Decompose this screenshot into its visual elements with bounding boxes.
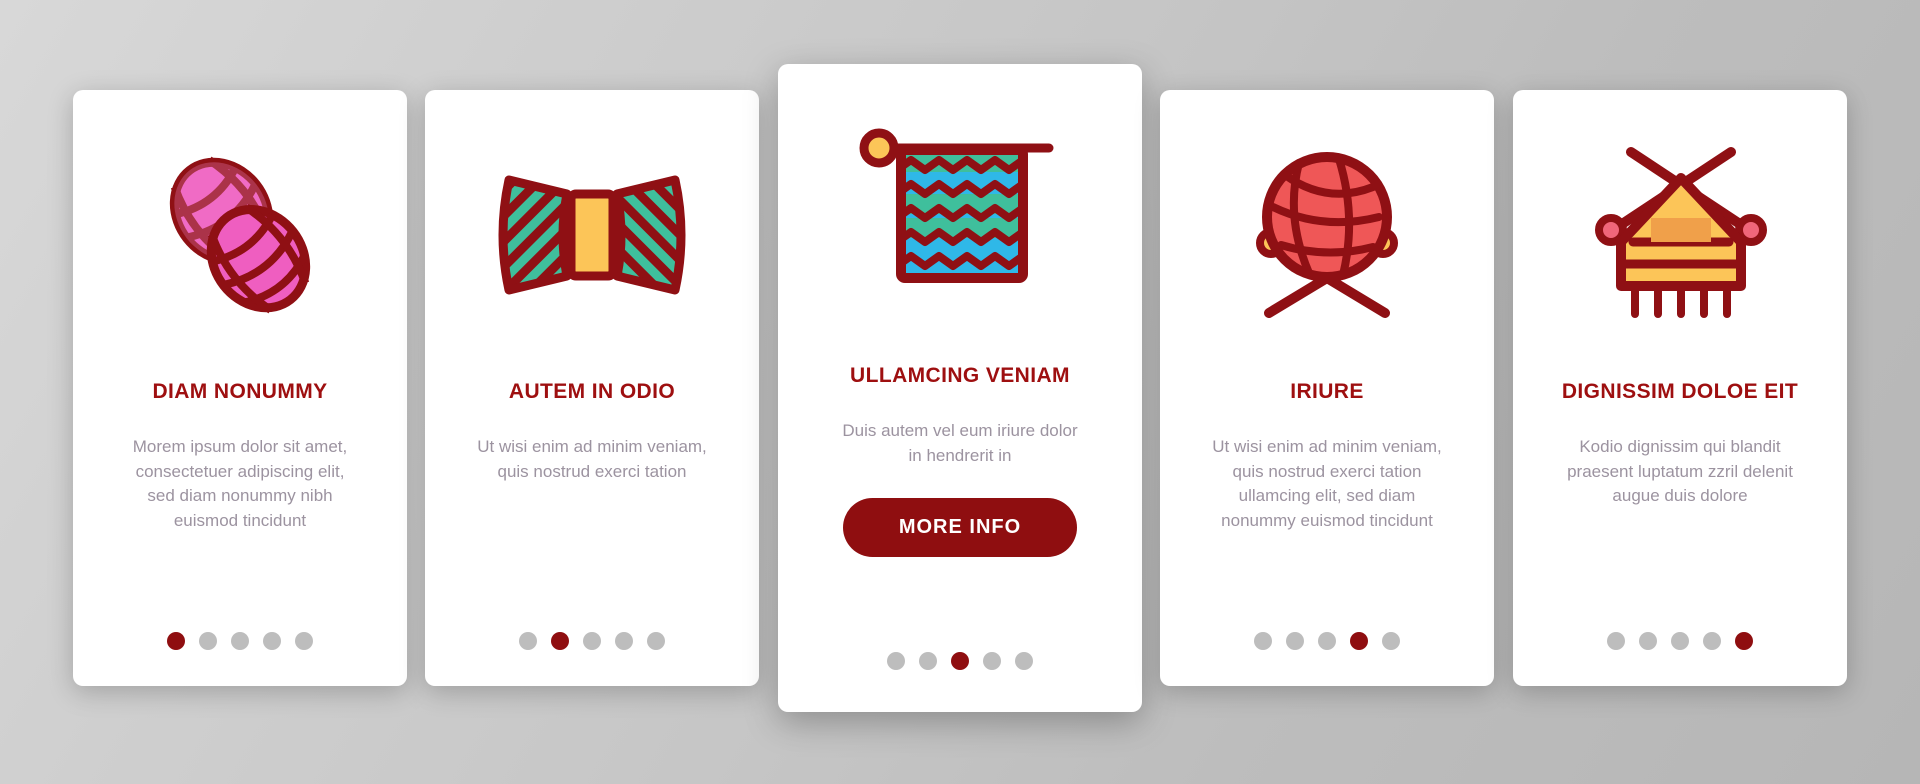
pagination-dot-1[interactable] [887,652,905,670]
pagination-dot-3[interactable] [583,632,601,650]
yarn-skeins-icon [73,90,407,380]
pagination-dots[interactable] [425,632,759,650]
pagination-dot-2[interactable] [919,652,937,670]
pagination-dots[interactable] [73,632,407,650]
pagination-dots[interactable] [1160,632,1494,650]
pagination-dot-5[interactable] [647,632,665,650]
pagination-dot-2[interactable] [1286,632,1304,650]
pagination-dot-4[interactable] [1703,632,1721,650]
card-body: Duis autem vel eum iriure dolor in hendr… [810,419,1110,468]
card-body: Ut wisi enim ad minim veniam, quis nostr… [442,435,742,484]
card-body: Ut wisi enim ad minim veniam, quis nostr… [1177,435,1477,534]
pagination-dot-4[interactable] [615,632,633,650]
yarn-spool-icon [425,90,759,380]
onboarding-card-3[interactable]: ULLAMCING VENIAM Duis autem vel eum iriu… [778,64,1142,712]
card-title: ULLAMCING VENIAM [836,364,1084,387]
more-info-button[interactable]: MORE INFO [843,498,1077,557]
pagination-dot-1[interactable] [1254,632,1272,650]
pagination-dot-5[interactable] [1735,632,1753,650]
yarn-ball-with-needles-icon [1160,90,1494,380]
card-body: Kodio dignissim qui blandit praesent lup… [1530,435,1830,509]
card-title: DIGNISSIM DOLOE EIT [1548,380,1812,403]
knitted-scarf-on-needle-icon [778,64,1142,364]
pagination-dot-3[interactable] [1671,632,1689,650]
card-title: IRIURE [1276,380,1378,403]
pagination-dot-3[interactable] [1318,632,1336,650]
card-body: Morem ipsum dolor sit amet, consectetuer… [90,435,390,534]
onboarding-card-5[interactable]: DIGNISSIM DOLOE EIT Kodio dignissim qui … [1513,90,1847,686]
pagination-dot-4[interactable] [1350,632,1368,650]
pagination-dots[interactable] [1513,632,1847,650]
card-title: AUTEM IN ODIO [495,380,689,403]
pagination-dot-2[interactable] [199,632,217,650]
onboarding-screens-stage: DIAM NONUMMY Morem ipsum dolor sit amet,… [0,0,1920,784]
pagination-dot-4[interactable] [263,632,281,650]
pagination-dot-3[interactable] [231,632,249,650]
pagination-dot-1[interactable] [167,632,185,650]
pagination-dots[interactable] [778,652,1142,670]
pagination-dot-5[interactable] [295,632,313,650]
pagination-dot-5[interactable] [1015,652,1033,670]
pagination-dot-2[interactable] [1639,632,1657,650]
pagination-dot-5[interactable] [1382,632,1400,650]
card-title: DIAM NONUMMY [138,380,341,403]
pagination-dot-2[interactable] [551,632,569,650]
pagination-dot-4[interactable] [983,652,1001,670]
onboarding-card-4[interactable]: IRIURE Ut wisi enim ad minim veniam, qui… [1160,90,1494,686]
pagination-dot-3[interactable] [951,652,969,670]
pagination-dot-1[interactable] [519,632,537,650]
onboarding-card-2[interactable]: AUTEM IN ODIO Ut wisi enim ad minim veni… [425,90,759,686]
onboarding-card-1[interactable]: DIAM NONUMMY Morem ipsum dolor sit amet,… [73,90,407,686]
knitted-sweater-on-needles-icon [1513,90,1847,380]
pagination-dot-1[interactable] [1607,632,1625,650]
